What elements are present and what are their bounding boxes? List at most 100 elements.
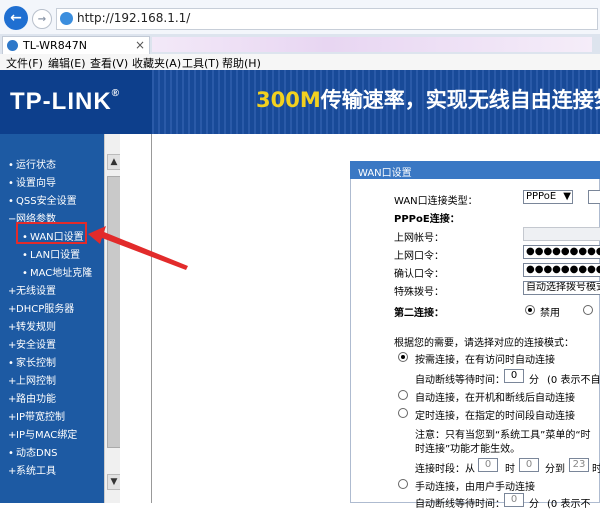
dial-mode-select[interactable]: 自动选择拨号模式: [523, 281, 600, 295]
sidebar-scrollbar[interactable]: ▲ ▼: [104, 134, 121, 503]
forward-button[interactable]: →: [32, 9, 52, 29]
sidebar-item-label: 动态DNS: [16, 448, 58, 459]
account-input[interactable]: [523, 227, 600, 241]
plus-icon: +: [8, 412, 17, 423]
sidebar-item-security[interactable]: +安全设置: [8, 336, 56, 351]
logo-text: TP-LINK: [10, 88, 112, 115]
tab-bar: TL-WR847N ×: [0, 34, 600, 55]
menu-edit[interactable]: 编辑(E): [48, 55, 86, 71]
sidebar-item-lan[interactable]: • LAN口设置: [22, 246, 80, 261]
sidebar-item-label: DHCP服务器: [16, 304, 75, 315]
bullet-icon: •: [22, 250, 28, 261]
tab-favicon-icon: [7, 40, 18, 51]
panel-header: WAN口设置: [350, 161, 600, 179]
sidebar-item-label: LAN口设置: [30, 250, 81, 261]
ie-page-icon: [60, 12, 73, 25]
tp-link-logo: TP-LINK®: [10, 88, 120, 116]
hour-unit-2: 时: [592, 464, 600, 475]
menu-bar: 文件(F) 编辑(E) 查看(V) 收藏夹(A) 工具(T) 帮助(H): [0, 54, 600, 71]
bullet-icon: •: [8, 448, 14, 459]
frame-gap: [120, 134, 152, 503]
sidebar-item-label: 设置向导: [16, 178, 56, 189]
second-connection-disable-label: 禁用: [540, 308, 560, 319]
conn-type-detect-button[interactable]: [588, 190, 600, 204]
banner-slogan: 300M传输速率，实现无线自由连接梦: [256, 84, 600, 114]
sidebar-item-system-tools[interactable]: +系统工具: [8, 462, 56, 477]
sidebar-item-label: 运行状态: [16, 160, 56, 171]
sidebar-item-mac-clone[interactable]: • MAC地址克隆: [22, 264, 92, 279]
period-to-hour-input[interactable]: 23: [569, 458, 589, 472]
chevron-down-icon: ▼: [563, 191, 571, 202]
second-connection-other-radio[interactable]: [583, 305, 593, 315]
sidebar-item-wireless[interactable]: +无线设置: [8, 282, 56, 297]
sidebar-item-label: 家长控制: [16, 358, 56, 369]
tab-blurred[interactable]: [152, 37, 592, 52]
sidebar-item-label: IP带宽控制: [16, 412, 65, 423]
sidebar-item-label: QSS安全设置: [16, 196, 77, 207]
wait-time-input[interactable]: 0: [504, 369, 524, 383]
highlight-box: [16, 222, 87, 244]
mode-on-demand-radio[interactable]: [398, 352, 408, 362]
period-from-minute-input[interactable]: 0: [519, 458, 539, 472]
back-button[interactable]: ←: [4, 6, 28, 30]
minute-to-label: 分到: [545, 464, 565, 475]
plus-icon: +: [8, 394, 17, 405]
mode-auto-radio[interactable]: [398, 390, 408, 400]
plus-icon: +: [8, 376, 17, 387]
panel-title: WAN口设置: [358, 168, 412, 179]
password-label: 上网口令：: [394, 251, 444, 262]
scrollbar-thumb[interactable]: [107, 176, 121, 448]
menu-view[interactable]: 查看(V): [90, 55, 128, 71]
manual-wait-input[interactable]: 0: [504, 493, 524, 507]
url-text: http://192.168.1.1/: [77, 11, 191, 25]
mode-manual-radio[interactable]: [398, 479, 408, 489]
minute-unit: 分: [529, 375, 539, 386]
tab-router[interactable]: TL-WR847N ×: [2, 36, 150, 55]
mode-manual-label: 手动连接，由用户手动连接: [415, 482, 535, 493]
scroll-up-icon[interactable]: ▲: [107, 154, 121, 170]
sidebar-item-forwarding[interactable]: +转发规则: [8, 318, 56, 333]
confirm-password-input[interactable]: ●●●●●●●●●●: [523, 263, 600, 277]
tab-close-icon[interactable]: ×: [135, 38, 145, 52]
mode-timed-radio[interactable]: [398, 408, 408, 418]
minus-icon: −: [8, 214, 17, 225]
sidebar-item-label: MAC地址克隆: [30, 268, 93, 279]
pppoe-heading: PPPoE连接：: [394, 214, 460, 225]
period-from-hour-input[interactable]: 0: [478, 458, 498, 472]
browser-address-bar: ← → http://192.168.1.1/: [0, 0, 600, 35]
banner-text: 传输速率，实现无线自由连接梦: [320, 88, 600, 112]
menu-help[interactable]: 帮助(H): [222, 55, 261, 71]
menu-tools[interactable]: 工具(T): [182, 55, 219, 71]
mode-on-demand-label: 按需连接，在有访问时自动连接: [415, 355, 555, 366]
sidebar-item-wizard[interactable]: • 设置向导: [8, 174, 56, 189]
sidebar-item-ip-mac-binding[interactable]: +IP与MAC绑定: [8, 426, 77, 441]
second-connection-disable-radio[interactable]: [525, 305, 535, 315]
sidebar-item-label: 路由功能: [16, 394, 56, 405]
url-input[interactable]: http://192.168.1.1/: [56, 8, 598, 30]
hour-unit: 时: [505, 464, 515, 475]
conn-type-select[interactable]: PPPoE ▼: [523, 190, 573, 204]
menu-favorites[interactable]: 收藏夹(A): [132, 55, 181, 71]
router-header: TP-LINK® 300M传输速率，实现无线自由连接梦: [0, 70, 600, 134]
menu-file[interactable]: 文件(F): [6, 55, 43, 71]
bullet-icon: •: [8, 178, 14, 189]
sidebar-item-ddns[interactable]: • 动态DNS: [8, 444, 58, 459]
conn-type-label: WAN口连接类型：: [394, 196, 478, 207]
sidebar-item-dhcp[interactable]: +DHCP服务器: [8, 300, 74, 315]
mode-timed-label: 定时连接，在指定的时间段自动连接: [415, 411, 575, 422]
sidebar-item-bandwidth[interactable]: +IP带宽控制: [8, 408, 65, 423]
sidebar-item-label: 无线设置: [16, 286, 56, 297]
scroll-down-icon[interactable]: ▼: [107, 474, 121, 490]
note-line-2: 时连接”功能才能生效。: [415, 444, 521, 455]
sidebar-item-parental[interactable]: • 家长控制: [8, 354, 56, 369]
sidebar-item-access-control[interactable]: +上网控制: [8, 372, 56, 387]
sidebar-menu: • 运行状态 • 设置向导 • QSS安全设置 −网络参数 • WAN口设置 • LAN口…: [0, 134, 104, 503]
sidebar-item-label: 上网控制: [16, 376, 56, 387]
sidebar-item-routing[interactable]: +路由功能: [8, 390, 56, 405]
mode-intro: 根据您的需要，请选择对应的连接模式：: [394, 338, 574, 349]
mode-auto-label: 自动连接，在开机和断线后自动连接: [415, 393, 575, 404]
password-input[interactable]: ●●●●●●●●●●: [523, 245, 600, 259]
sidebar-item-status[interactable]: • 运行状态: [8, 156, 56, 171]
red-arrow-icon: [88, 226, 188, 270]
sidebar-item-qss[interactable]: • QSS安全设置: [8, 192, 77, 207]
